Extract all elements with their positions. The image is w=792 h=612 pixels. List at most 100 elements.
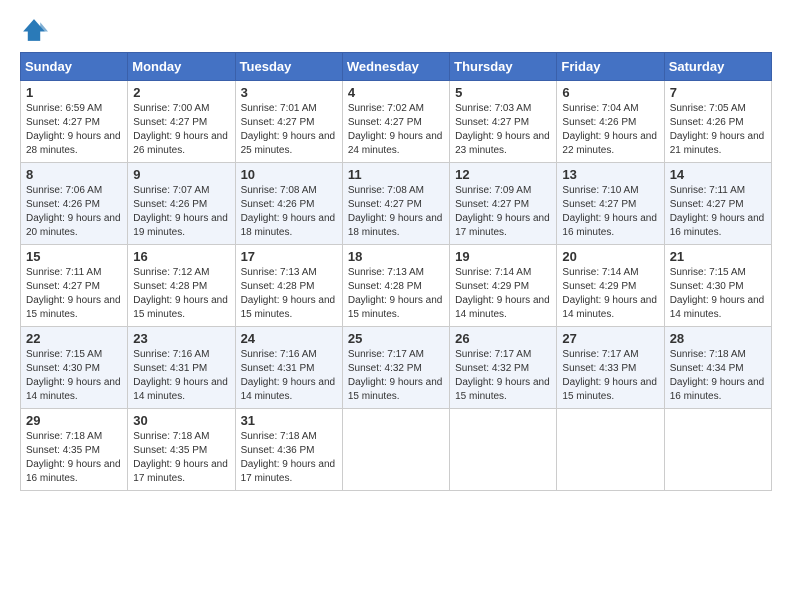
calendar-cell: 20 Sunrise: 7:14 AM Sunset: 4:29 PM Dayl… bbox=[557, 245, 664, 327]
header-friday: Friday bbox=[557, 53, 664, 81]
day-number: 5 bbox=[455, 85, 551, 100]
day-info: Sunrise: 7:06 AM Sunset: 4:26 PM Dayligh… bbox=[26, 184, 122, 240]
calendar-cell: 6 Sunrise: 7:04 AM Sunset: 4:26 PM Dayli… bbox=[557, 81, 664, 163]
day-number: 21 bbox=[670, 249, 766, 264]
calendar-cell: 21 Sunrise: 7:15 AM Sunset: 4:30 PM Dayl… bbox=[664, 245, 771, 327]
day-number: 12 bbox=[455, 167, 551, 182]
day-number: 1 bbox=[26, 85, 122, 100]
day-info: Sunrise: 7:10 AM Sunset: 4:27 PM Dayligh… bbox=[562, 184, 658, 240]
day-info: Sunrise: 7:17 AM Sunset: 4:33 PM Dayligh… bbox=[562, 348, 658, 404]
day-number: 30 bbox=[133, 413, 229, 428]
calendar-cell: 31 Sunrise: 7:18 AM Sunset: 4:36 PM Dayl… bbox=[235, 409, 342, 491]
day-number: 31 bbox=[241, 413, 337, 428]
calendar-cell: 2 Sunrise: 7:00 AM Sunset: 4:27 PM Dayli… bbox=[128, 81, 235, 163]
calendar-cell: 16 Sunrise: 7:12 AM Sunset: 4:28 PM Dayl… bbox=[128, 245, 235, 327]
day-info: Sunrise: 7:17 AM Sunset: 4:32 PM Dayligh… bbox=[455, 348, 551, 404]
calendar-cell: 5 Sunrise: 7:03 AM Sunset: 4:27 PM Dayli… bbox=[450, 81, 557, 163]
calendar-cell: 25 Sunrise: 7:17 AM Sunset: 4:32 PM Dayl… bbox=[342, 327, 449, 409]
day-number: 17 bbox=[241, 249, 337, 264]
day-info: Sunrise: 7:08 AM Sunset: 4:26 PM Dayligh… bbox=[241, 184, 337, 240]
calendar-cell: 13 Sunrise: 7:10 AM Sunset: 4:27 PM Dayl… bbox=[557, 163, 664, 245]
calendar-cell: 24 Sunrise: 7:16 AM Sunset: 4:31 PM Dayl… bbox=[235, 327, 342, 409]
calendar-cell: 30 Sunrise: 7:18 AM Sunset: 4:35 PM Dayl… bbox=[128, 409, 235, 491]
calendar-week-2: 8 Sunrise: 7:06 AM Sunset: 4:26 PM Dayli… bbox=[21, 163, 772, 245]
calendar-cell: 12 Sunrise: 7:09 AM Sunset: 4:27 PM Dayl… bbox=[450, 163, 557, 245]
logo bbox=[20, 16, 52, 44]
day-info: Sunrise: 7:09 AM Sunset: 4:27 PM Dayligh… bbox=[455, 184, 551, 240]
day-number: 14 bbox=[670, 167, 766, 182]
day-info: Sunrise: 7:18 AM Sunset: 4:35 PM Dayligh… bbox=[133, 430, 229, 486]
day-info: Sunrise: 7:01 AM Sunset: 4:27 PM Dayligh… bbox=[241, 102, 337, 158]
day-number: 7 bbox=[670, 85, 766, 100]
day-number: 6 bbox=[562, 85, 658, 100]
calendar-cell: 10 Sunrise: 7:08 AM Sunset: 4:26 PM Dayl… bbox=[235, 163, 342, 245]
calendar-cell: 19 Sunrise: 7:14 AM Sunset: 4:29 PM Dayl… bbox=[450, 245, 557, 327]
calendar-week-1: 1 Sunrise: 6:59 AM Sunset: 4:27 PM Dayli… bbox=[21, 81, 772, 163]
day-info: Sunrise: 7:18 AM Sunset: 4:36 PM Dayligh… bbox=[241, 430, 337, 486]
day-number: 4 bbox=[348, 85, 444, 100]
calendar-cell: 11 Sunrise: 7:08 AM Sunset: 4:27 PM Dayl… bbox=[342, 163, 449, 245]
day-number: 15 bbox=[26, 249, 122, 264]
day-info: Sunrise: 7:03 AM Sunset: 4:27 PM Dayligh… bbox=[455, 102, 551, 158]
calendar-cell: 1 Sunrise: 6:59 AM Sunset: 4:27 PM Dayli… bbox=[21, 81, 128, 163]
day-number: 28 bbox=[670, 331, 766, 346]
day-info: Sunrise: 7:08 AM Sunset: 4:27 PM Dayligh… bbox=[348, 184, 444, 240]
day-info: Sunrise: 7:11 AM Sunset: 4:27 PM Dayligh… bbox=[670, 184, 766, 240]
calendar-cell: 17 Sunrise: 7:13 AM Sunset: 4:28 PM Dayl… bbox=[235, 245, 342, 327]
calendar-cell: 4 Sunrise: 7:02 AM Sunset: 4:27 PM Dayli… bbox=[342, 81, 449, 163]
calendar: SundayMondayTuesdayWednesdayThursdayFrid… bbox=[20, 52, 772, 491]
day-number: 20 bbox=[562, 249, 658, 264]
day-info: Sunrise: 7:16 AM Sunset: 4:31 PM Dayligh… bbox=[133, 348, 229, 404]
day-number: 23 bbox=[133, 331, 229, 346]
day-number: 2 bbox=[133, 85, 229, 100]
day-number: 22 bbox=[26, 331, 122, 346]
day-number: 9 bbox=[133, 167, 229, 182]
calendar-cell: 26 Sunrise: 7:17 AM Sunset: 4:32 PM Dayl… bbox=[450, 327, 557, 409]
calendar-header-row: SundayMondayTuesdayWednesdayThursdayFrid… bbox=[21, 53, 772, 81]
day-number: 16 bbox=[133, 249, 229, 264]
calendar-cell: 28 Sunrise: 7:18 AM Sunset: 4:34 PM Dayl… bbox=[664, 327, 771, 409]
day-info: Sunrise: 7:11 AM Sunset: 4:27 PM Dayligh… bbox=[26, 266, 122, 322]
calendar-week-5: 29 Sunrise: 7:18 AM Sunset: 4:35 PM Dayl… bbox=[21, 409, 772, 491]
day-info: Sunrise: 7:16 AM Sunset: 4:31 PM Dayligh… bbox=[241, 348, 337, 404]
calendar-cell: 8 Sunrise: 7:06 AM Sunset: 4:26 PM Dayli… bbox=[21, 163, 128, 245]
calendar-cell: 27 Sunrise: 7:17 AM Sunset: 4:33 PM Dayl… bbox=[557, 327, 664, 409]
day-info: Sunrise: 7:18 AM Sunset: 4:35 PM Dayligh… bbox=[26, 430, 122, 486]
calendar-cell: 9 Sunrise: 7:07 AM Sunset: 4:26 PM Dayli… bbox=[128, 163, 235, 245]
day-number: 24 bbox=[241, 331, 337, 346]
header-tuesday: Tuesday bbox=[235, 53, 342, 81]
calendar-cell: 3 Sunrise: 7:01 AM Sunset: 4:27 PM Dayli… bbox=[235, 81, 342, 163]
day-number: 19 bbox=[455, 249, 551, 264]
calendar-cell: 18 Sunrise: 7:13 AM Sunset: 4:28 PM Dayl… bbox=[342, 245, 449, 327]
calendar-cell bbox=[664, 409, 771, 491]
day-info: Sunrise: 7:05 AM Sunset: 4:26 PM Dayligh… bbox=[670, 102, 766, 158]
day-info: Sunrise: 7:14 AM Sunset: 4:29 PM Dayligh… bbox=[562, 266, 658, 322]
calendar-cell: 15 Sunrise: 7:11 AM Sunset: 4:27 PM Dayl… bbox=[21, 245, 128, 327]
header bbox=[20, 16, 772, 44]
header-sunday: Sunday bbox=[21, 53, 128, 81]
calendar-week-4: 22 Sunrise: 7:15 AM Sunset: 4:30 PM Dayl… bbox=[21, 327, 772, 409]
day-info: Sunrise: 6:59 AM Sunset: 4:27 PM Dayligh… bbox=[26, 102, 122, 158]
header-saturday: Saturday bbox=[664, 53, 771, 81]
day-info: Sunrise: 7:18 AM Sunset: 4:34 PM Dayligh… bbox=[670, 348, 766, 404]
header-wednesday: Wednesday bbox=[342, 53, 449, 81]
calendar-cell bbox=[342, 409, 449, 491]
calendar-cell: 7 Sunrise: 7:05 AM Sunset: 4:26 PM Dayli… bbox=[664, 81, 771, 163]
day-number: 8 bbox=[26, 167, 122, 182]
day-info: Sunrise: 7:17 AM Sunset: 4:32 PM Dayligh… bbox=[348, 348, 444, 404]
calendar-cell: 29 Sunrise: 7:18 AM Sunset: 4:35 PM Dayl… bbox=[21, 409, 128, 491]
logo-icon bbox=[20, 16, 48, 44]
day-info: Sunrise: 7:13 AM Sunset: 4:28 PM Dayligh… bbox=[348, 266, 444, 322]
day-info: Sunrise: 7:07 AM Sunset: 4:26 PM Dayligh… bbox=[133, 184, 229, 240]
day-info: Sunrise: 7:02 AM Sunset: 4:27 PM Dayligh… bbox=[348, 102, 444, 158]
day-info: Sunrise: 7:04 AM Sunset: 4:26 PM Dayligh… bbox=[562, 102, 658, 158]
day-info: Sunrise: 7:12 AM Sunset: 4:28 PM Dayligh… bbox=[133, 266, 229, 322]
header-thursday: Thursday bbox=[450, 53, 557, 81]
calendar-cell bbox=[450, 409, 557, 491]
calendar-cell: 23 Sunrise: 7:16 AM Sunset: 4:31 PM Dayl… bbox=[128, 327, 235, 409]
day-number: 3 bbox=[241, 85, 337, 100]
day-number: 27 bbox=[562, 331, 658, 346]
calendar-cell: 22 Sunrise: 7:15 AM Sunset: 4:30 PM Dayl… bbox=[21, 327, 128, 409]
calendar-cell: 14 Sunrise: 7:11 AM Sunset: 4:27 PM Dayl… bbox=[664, 163, 771, 245]
day-info: Sunrise: 7:15 AM Sunset: 4:30 PM Dayligh… bbox=[670, 266, 766, 322]
